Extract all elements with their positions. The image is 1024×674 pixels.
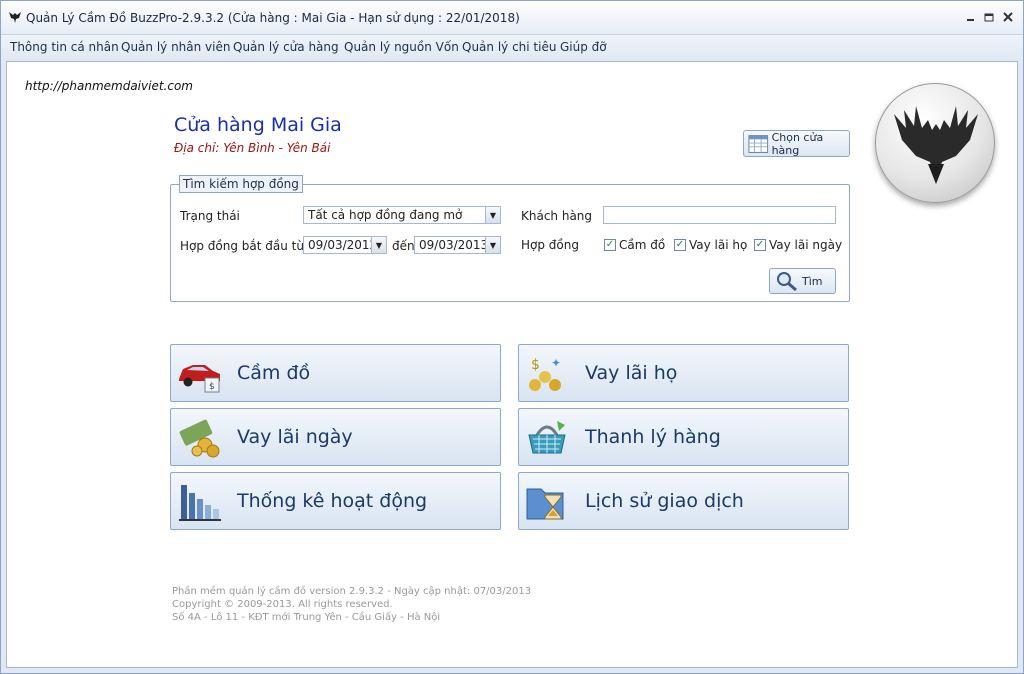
check-icon: ✓	[674, 239, 686, 251]
table-icon	[748, 134, 769, 153]
status-select[interactable]: Tất cả hợp đồng đang mở ▼	[303, 206, 501, 224]
module-thong-ke-label: Thống kê hoạt động	[237, 490, 428, 512]
history-icon	[526, 488, 564, 520]
app-window: Quản Lý Cầm Đồ BuzzPro-2.9.3.2 (Cửa hàng…	[0, 0, 1024, 674]
footer-copyright: Copyright © 2009-2013. All rights reserv…	[172, 599, 393, 610]
window-title: Quản Lý Cầm Đồ BuzzPro-2.9.3.2 (Cửa hàng…	[26, 11, 520, 25]
chart-icon	[179, 485, 221, 521]
start-date-label: Hợp đồng bắt đầu từ	[180, 239, 304, 253]
svg-text:$: $	[209, 382, 215, 392]
svg-text:✦: ✦	[551, 356, 561, 370]
footer-version: Phần mềm quản lý cầm đồ version 2.9.3.2 …	[172, 586, 532, 597]
checkbox-vay-lai-ngay[interactable]: ✓ Vay lãi ngày	[754, 238, 842, 252]
checkbox-cam-do-label: Cầm đồ	[619, 238, 666, 252]
store-name: Cửa hàng Mai Gia	[174, 114, 342, 136]
search-contract-group: Tìm kiếm hợp đồng Trạng thái Tất cả hợp …	[170, 175, 850, 302]
store-address: Địa chỉ: Yên Bình - Yên Bái	[174, 141, 331, 155]
close-icon	[1003, 12, 1013, 22]
to-label: đến	[392, 239, 415, 253]
customer-label: Khách hàng	[521, 209, 593, 223]
maximize-button[interactable]	[980, 9, 998, 25]
checkbox-vay-lai-ngay-label: Vay lãi ngày	[769, 238, 843, 252]
menu-giup-do[interactable]: Giúp đỡ	[560, 40, 607, 54]
eagle-icon	[894, 106, 978, 184]
module-cam-do-button[interactable]: $ Cầm đồ	[170, 344, 501, 402]
website-link[interactable]: http://phanmemdaiviet.com	[25, 79, 193, 93]
main-panel: http://phanmemdaiviet.com Cửa hàng Mai G…	[6, 61, 1018, 668]
chevron-down-icon[interactable]: ▼	[371, 237, 386, 253]
eagle-logo	[875, 83, 995, 203]
footer-address: Số 4A - Lô 11 - KĐT mới Trung Yên - Cầu …	[172, 612, 441, 623]
maximize-icon	[984, 13, 994, 22]
date-from-value: 09/03/2012	[308, 238, 378, 252]
module-lich-su-label: Lịch sử giao dịch	[585, 490, 744, 512]
app-eagle-icon	[9, 12, 21, 23]
search-legend: Tìm kiếm hợp đồng	[179, 175, 303, 193]
checkbox-vay-lai-ho[interactable]: ✓ Vay lãi họ	[674, 238, 747, 252]
module-vay-lai-ho-label: Vay lãi họ	[585, 362, 678, 384]
menu-quan-ly-nguon-von[interactable]: Quản lý nguồn Vốn	[344, 40, 459, 54]
minimize-button[interactable]	[962, 9, 980, 25]
check-icon: ✓	[754, 239, 766, 251]
search-button-label: Tìm	[802, 274, 823, 288]
menu-quan-ly-cua-hang[interactable]: Quản lý cửa hàng	[233, 40, 339, 54]
chevron-down-icon[interactable]: ▼	[485, 237, 500, 253]
status-value: Tất cả hợp đồng đang mở	[308, 208, 463, 222]
basket-icon	[528, 421, 566, 454]
search-button[interactable]: Tìm	[769, 268, 836, 294]
close-button[interactable]	[999, 9, 1017, 25]
checkbox-vay-lai-ho-label: Vay lãi họ	[689, 238, 748, 252]
svg-text:$: $	[531, 357, 540, 373]
module-vay-lai-ho-button[interactable]: $ ✦ Vay lãi họ	[518, 344, 849, 402]
module-thong-ke-button[interactable]: Thống kê hoạt động	[170, 472, 501, 530]
module-vay-lai-ngay-button[interactable]: Vay lãi ngày	[170, 408, 501, 466]
date-from-picker[interactable]: 09/03/2012 ▼	[303, 236, 387, 254]
minimize-icon	[967, 19, 974, 21]
status-label: Trạng thái	[180, 209, 240, 223]
module-cam-do-label: Cầm đồ	[237, 362, 311, 384]
search-icon	[777, 272, 797, 291]
footer-info: Phần mềm quản lý cầm đồ version 2.9.3.2 …	[172, 585, 531, 624]
choose-store-label: Chọn cửa hàng	[771, 130, 824, 157]
contract-type-label: Hợp đồng	[521, 238, 579, 252]
module-thanh-ly-hang-button[interactable]: Thanh lý hàng	[518, 408, 849, 466]
choose-store-button[interactable]: Chọn cửa hàng	[743, 130, 850, 157]
module-vay-lai-ngay-label: Vay lãi ngày	[237, 426, 353, 448]
module-thanh-ly-hang-label: Thanh lý hàng	[585, 426, 721, 448]
date-to-value: 09/03/2013	[419, 238, 489, 252]
check-icon: ✓	[604, 239, 616, 251]
coins-icon	[179, 419, 220, 458]
car-icon: $	[179, 365, 220, 393]
menu-quan-ly-nhan-vien[interactable]: Quản lý nhân viên	[121, 40, 230, 54]
chevron-down-icon[interactable]: ▼	[485, 207, 500, 223]
customer-input[interactable]	[603, 206, 836, 224]
title-bar[interactable]: Quản Lý Cầm Đồ BuzzPro-2.9.3.2 (Cửa hàng…	[1, 1, 1023, 35]
menu-thong-tin-ca-nhan[interactable]: Thông tin cá nhân	[10, 40, 119, 54]
money-icon: $ ✦	[529, 356, 561, 391]
module-lich-su-button[interactable]: Lịch sử giao dịch	[518, 472, 849, 530]
checkbox-cam-do[interactable]: ✓ Cầm đồ	[604, 238, 665, 252]
menu-quan-ly-chi-tieu[interactable]: Quản lý chi tiêu	[462, 40, 556, 54]
date-to-picker[interactable]: 09/03/2013 ▼	[414, 236, 501, 254]
menu-bar: Thông tin cá nhân Quản lý nhân viên Quản…	[1, 35, 1023, 59]
